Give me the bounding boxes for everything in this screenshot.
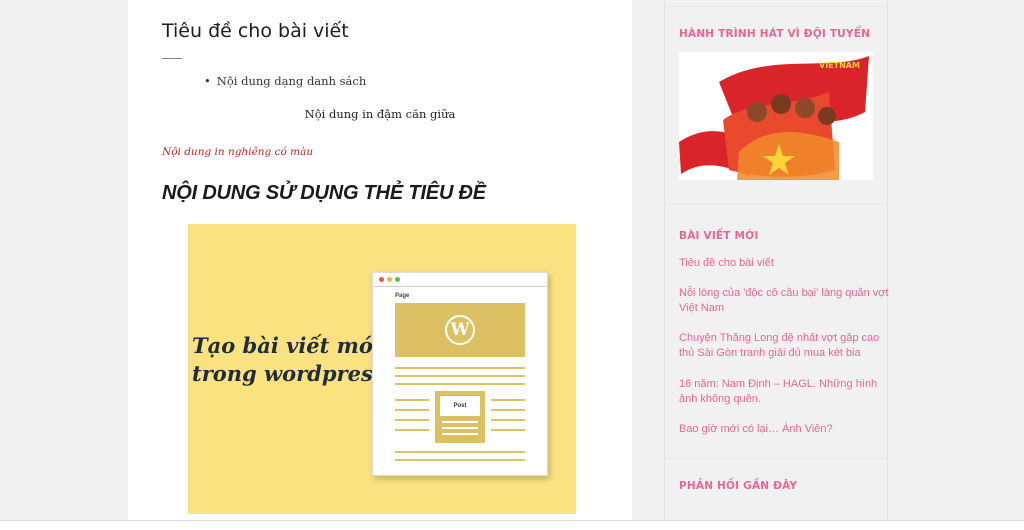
text-line [491, 429, 525, 431]
wordpress-logo-icon: W [445, 315, 475, 345]
post-card-illustration: Post [435, 391, 485, 443]
post-title: Tiêu đề cho bài viết [162, 20, 349, 42]
recent-post-link[interactable]: 16 năm: Nam Định – HAGL. Những hình ảnh … [679, 377, 891, 407]
text-line [395, 383, 525, 385]
widget-title-recent-posts: BÀI VIẾT MỚI [679, 230, 759, 242]
list-item: Nội dung dạng danh sách [204, 74, 366, 88]
recent-post-link[interactable]: Nỗi lòng của 'độc cô cầu bại' làng quần … [679, 286, 891, 316]
italic-colored-text: Nội dung in nghiêng có màu [162, 146, 314, 158]
title-divider [162, 58, 182, 59]
browser-titlebar [373, 273, 547, 287]
bold-center-text: Nội dung in đậm căn giữa [304, 107, 456, 121]
caption-line-2: trong wordpres [192, 361, 373, 386]
text-line [395, 429, 429, 431]
fans-flag-illustration: VIETNAM [679, 56, 869, 180]
text-line [491, 419, 525, 421]
content-heading: NỘI DUNG SỬ DỤNG THẺ TIÊU ĐỀ [162, 182, 486, 204]
post-label: Post [440, 396, 480, 416]
recent-post-link[interactable]: Tiêu đề cho bài viết [679, 256, 891, 271]
close-dot-icon [379, 277, 384, 282]
widget-title-journey: HÀNH TRÌNH HÁT VÌ ĐỘI TUYỂN [679, 28, 871, 40]
recent-post-link[interactable]: Bao giờ mới có lại… Ánh Viên? [679, 422, 891, 437]
widget-title-recent-comments: PHẢN HỒI GẦN ĐÂY [679, 480, 798, 492]
sidebar-divider [665, 458, 887, 459]
caption-line-1: Tạo bài viết mới [192, 333, 381, 358]
featured-image: Tạo bài viết mới trong wordpres Page W P… [188, 224, 576, 514]
svg-text:VIETNAM: VIETNAM [819, 61, 860, 70]
minimize-dot-icon [387, 277, 392, 282]
post-line [442, 433, 478, 435]
text-line [491, 399, 525, 401]
text-line [395, 367, 525, 369]
main-content: Tiêu đề cho bài viết Nội dung dạng danh … [128, 0, 632, 530]
featured-image-caption: Tạo bài viết mới trong wordpres [192, 332, 381, 388]
page-label: Page [395, 293, 410, 299]
text-line [395, 399, 429, 401]
post-line [442, 421, 478, 423]
text-line [395, 375, 525, 377]
text-line [395, 459, 525, 461]
wordpress-banner: W [395, 303, 525, 357]
recent-post-link[interactable]: Chuyện Thăng Long đệ nhất vợt gặp cao th… [679, 331, 891, 361]
browser-window-illustration: Page W Post [372, 272, 548, 476]
fans-flag-image[interactable]: VIETNAM [679, 52, 873, 180]
sidebar-divider [665, 204, 887, 205]
text-line [395, 451, 525, 453]
sidebar-divider [665, 6, 887, 7]
text-line [395, 409, 429, 411]
text-line [395, 419, 429, 421]
sidebar: HÀNH TRÌNH HÁT VÌ ĐỘI TUYỂN VIETNAM BÀI … [664, 0, 891, 530]
text-line [491, 409, 525, 411]
maximize-dot-icon [395, 277, 400, 282]
post-line [442, 427, 478, 429]
bottom-bar [0, 520, 1024, 530]
